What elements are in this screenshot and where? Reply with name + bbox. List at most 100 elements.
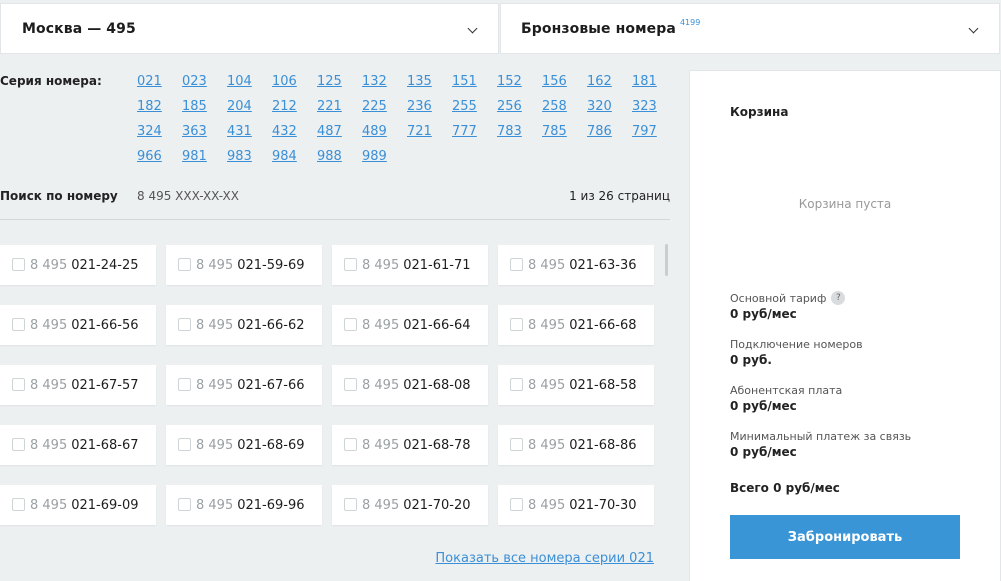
number-card[interactable]: 8 495 021-66-56 <box>0 305 156 345</box>
series-link[interactable]: 236 <box>407 98 452 116</box>
cost-value: 0 руб/мес <box>730 399 797 413</box>
series-link[interactable]: 162 <box>587 73 632 91</box>
number-card[interactable]: 8 495 021-66-62 <box>166 305 322 345</box>
number-checkbox[interactable] <box>510 437 523 451</box>
number-card[interactable]: 8 495 021-68-78 <box>332 425 488 465</box>
number-checkbox[interactable] <box>178 257 191 271</box>
series-link[interactable]: 983 <box>227 148 272 166</box>
series-link[interactable]: 106 <box>272 73 317 91</box>
series-link[interactable]: 989 <box>362 148 407 166</box>
number-prefix: 8 495 <box>528 497 566 513</box>
number-type-dropdown[interactable]: Бронзовые номера 4199 <box>500 3 1000 54</box>
number-card[interactable]: 8 495 021-70-20 <box>332 485 488 525</box>
series-link[interactable]: 432 <box>272 123 317 141</box>
number-checkbox[interactable] <box>12 437 25 451</box>
number-card[interactable]: 8 495 021-68-58 <box>498 365 654 405</box>
number-prefix: 8 495 <box>196 437 234 453</box>
series-link[interactable]: 721 <box>407 123 452 141</box>
number-checkbox[interactable] <box>344 437 357 451</box>
number-checkbox[interactable] <box>344 317 357 331</box>
number-checkbox[interactable] <box>178 437 191 451</box>
number-prefix: 8 495 <box>528 377 566 393</box>
series-link[interactable]: 132 <box>362 73 407 91</box>
number-card[interactable]: 8 495 021-24-25 <box>0 245 156 285</box>
number-prefix: 8 495 <box>528 317 566 333</box>
series-link[interactable]: 320 <box>587 98 632 116</box>
number-checkbox[interactable] <box>178 497 191 511</box>
series-link[interactable]: 324 <box>137 123 182 141</box>
number-prefix: 8 495 <box>196 317 234 333</box>
number-checkbox[interactable] <box>510 317 523 331</box>
series-link[interactable]: 125 <box>317 73 362 91</box>
series-link[interactable]: 156 <box>542 73 587 91</box>
series-link[interactable]: 487 <box>317 123 362 141</box>
number-checkbox[interactable] <box>178 317 191 331</box>
number-type-count: 4199 <box>679 18 701 27</box>
series-link[interactable]: 151 <box>452 73 497 91</box>
series-link[interactable]: 489 <box>362 123 407 141</box>
number-checkbox[interactable] <box>12 497 25 511</box>
series-link[interactable]: 777 <box>452 123 497 141</box>
number-card[interactable]: 8 495 021-68-69 <box>166 425 322 465</box>
number-card[interactable]: 8 495 021-66-68 <box>498 305 654 345</box>
number-checkbox[interactable] <box>12 257 25 271</box>
number-checkbox[interactable] <box>178 377 191 391</box>
show-all-series-link[interactable]: Показать все номера серии 021 <box>435 551 654 566</box>
series-link[interactable]: 023 <box>182 73 227 91</box>
series-link[interactable]: 225 <box>362 98 407 116</box>
number-card[interactable]: 8 495 021-69-09 <box>0 485 156 525</box>
number-checkbox[interactable] <box>344 377 357 391</box>
series-link[interactable]: 984 <box>272 148 317 166</box>
series-link[interactable]: 786 <box>587 123 632 141</box>
series-link[interactable]: 181 <box>632 73 677 91</box>
series-link[interactable]: 152 <box>497 73 542 91</box>
series-link[interactable]: 135 <box>407 73 452 91</box>
series-link[interactable]: 988 <box>317 148 362 166</box>
number-card[interactable]: 8 495 021-63-36 <box>498 245 654 285</box>
number-value: 021-68-69 <box>237 437 305 453</box>
series-link[interactable]: 185 <box>182 98 227 116</box>
number-card[interactable]: 8 495 021-61-71 <box>332 245 488 285</box>
series-link[interactable]: 256 <box>497 98 542 116</box>
series-link[interactable]: 258 <box>542 98 587 116</box>
number-card[interactable]: 8 495 021-68-86 <box>498 425 654 465</box>
series-link[interactable]: 783 <box>497 123 542 141</box>
series-link[interactable]: 785 <box>542 123 587 141</box>
scrollbar-thumb[interactable] <box>665 244 668 276</box>
series-link[interactable]: 431 <box>227 123 272 141</box>
number-card[interactable]: 8 495 021-70-30 <box>498 485 654 525</box>
number-value: 021-24-25 <box>71 257 139 273</box>
reserve-button[interactable]: Забронировать <box>730 515 960 559</box>
number-checkbox[interactable] <box>344 497 357 511</box>
number-checkbox[interactable] <box>510 257 523 271</box>
series-link[interactable]: 212 <box>272 98 317 116</box>
series-link[interactable]: 966 <box>137 148 182 166</box>
number-card[interactable]: 8 495 021-59-69 <box>166 245 322 285</box>
series-link[interactable]: 981 <box>182 148 227 166</box>
series-link[interactable]: 797 <box>632 123 677 141</box>
series-link[interactable]: 021 <box>137 73 182 91</box>
series-link[interactable]: 363 <box>182 123 227 141</box>
number-checkbox[interactable] <box>510 377 523 391</box>
number-checkbox[interactable] <box>510 497 523 511</box>
region-dropdown[interactable]: Москва — 495 <box>0 3 499 54</box>
series-link[interactable]: 204 <box>227 98 272 116</box>
help-icon[interactable]: ? <box>831 291 846 305</box>
number-prefix: 8 495 <box>528 437 566 453</box>
number-card[interactable]: 8 495 021-68-08 <box>332 365 488 405</box>
series-link[interactable]: 323 <box>632 98 677 116</box>
number-card[interactable]: 8 495 021-67-57 <box>0 365 156 405</box>
series-link[interactable]: 255 <box>452 98 497 116</box>
search-input[interactable] <box>137 186 337 206</box>
number-checkbox[interactable] <box>12 317 25 331</box>
series-link[interactable]: 221 <box>317 98 362 116</box>
number-checkbox[interactable] <box>344 257 357 271</box>
number-prefix: 8 495 <box>196 497 234 513</box>
number-card[interactable]: 8 495 021-66-64 <box>332 305 488 345</box>
number-card[interactable]: 8 495 021-69-96 <box>166 485 322 525</box>
number-checkbox[interactable] <box>12 377 25 391</box>
series-link[interactable]: 182 <box>137 98 182 116</box>
series-link[interactable]: 104 <box>227 73 272 91</box>
number-card[interactable]: 8 495 021-68-67 <box>0 425 156 465</box>
number-card[interactable]: 8 495 021-67-66 <box>166 365 322 405</box>
